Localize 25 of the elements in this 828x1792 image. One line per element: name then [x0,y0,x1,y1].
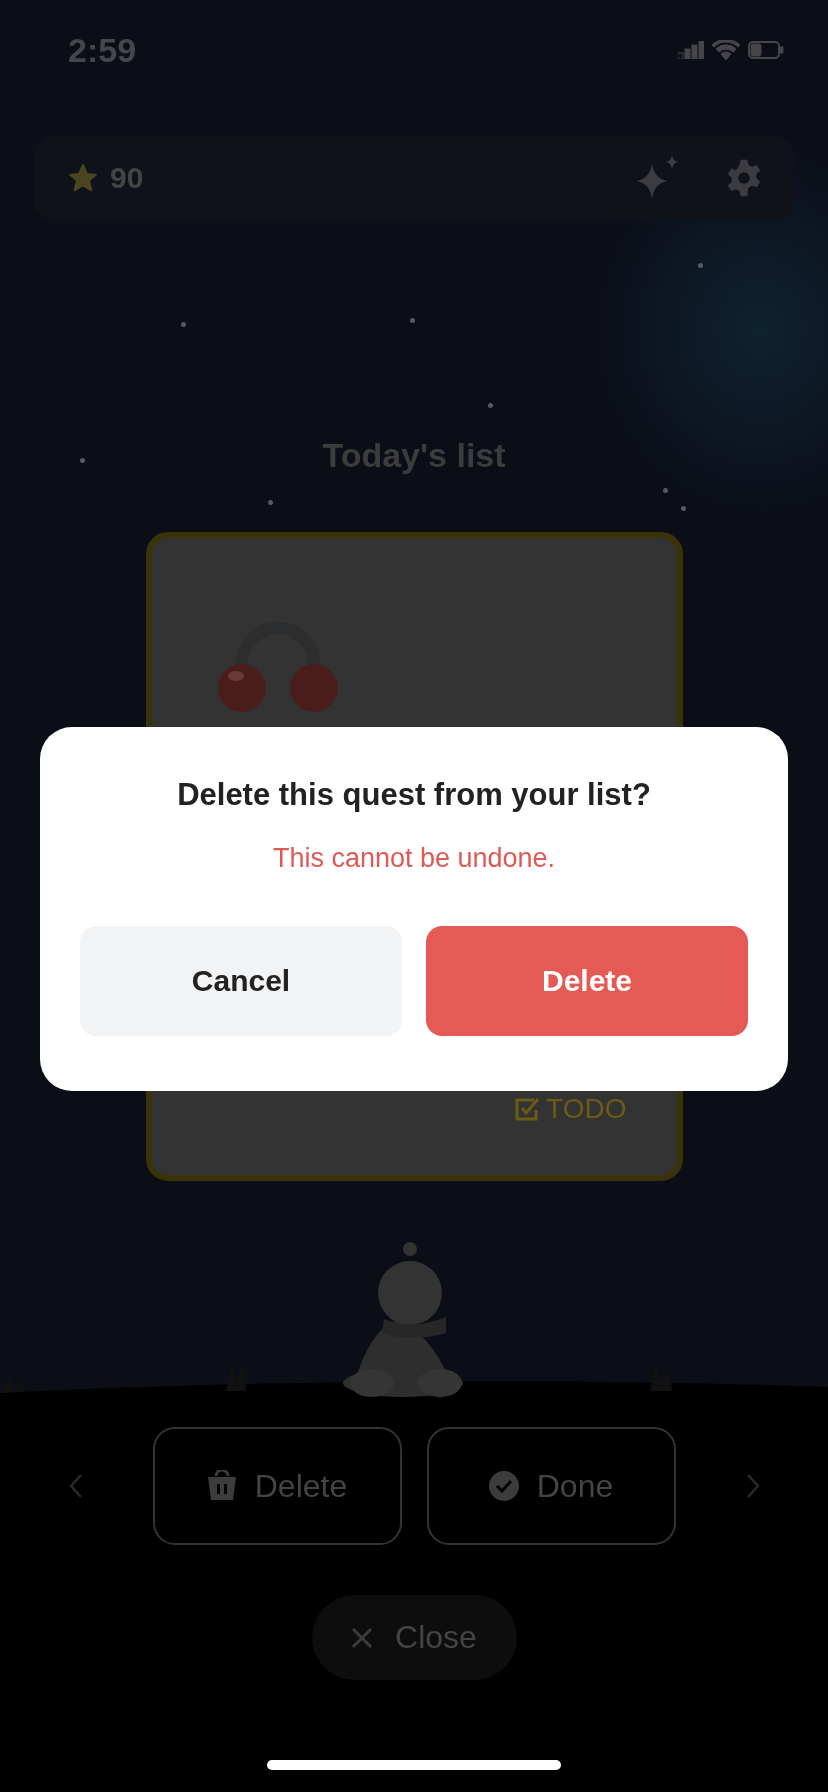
signal-icon [678,41,704,59]
chevron-left-icon[interactable] [67,1473,84,1499]
status-time: 2:59 [68,30,137,70]
wifi-icon [712,40,740,60]
trash-icon [206,1470,237,1502]
dialog-warning: This cannot be undone. [272,843,556,874]
star-dot [180,321,186,327]
star-dot [680,505,686,511]
star-icon [68,163,98,193]
cancel-button[interactable]: Cancel [80,926,402,1036]
battery-icon [748,41,784,59]
star-dot [409,317,415,323]
star-dot [79,457,85,463]
dialog-title: Delete this quest from your list? [177,777,651,813]
close-icon [351,1626,374,1649]
delete-button[interactable]: Delete [426,926,748,1036]
checkbox-icon [514,1096,541,1122]
chevron-right-icon[interactable] [744,1473,761,1499]
star-dot [267,499,273,505]
star-dot [487,402,493,408]
star-dot [697,262,703,268]
delete-button[interactable]: Delete [152,1427,402,1545]
star-dot [662,487,668,493]
check-circle-icon [488,1471,519,1501]
done-button[interactable]: Done [426,1427,676,1545]
